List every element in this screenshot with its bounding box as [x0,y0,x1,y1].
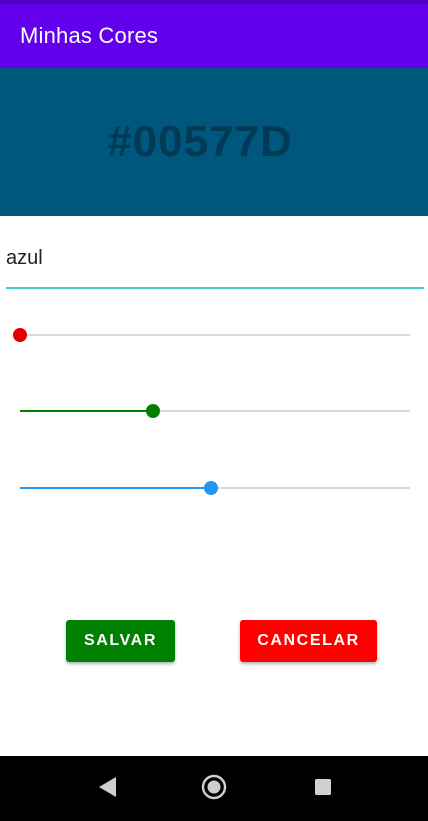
system-nav-bar [0,756,428,821]
color-name-underline [6,287,424,289]
recent-square-icon[interactable] [312,774,334,800]
blue-slider-fill [20,487,212,489]
back-triangle-icon[interactable] [96,774,118,800]
red-slider-track [20,334,410,336]
save-button[interactable]: SALVAR [66,620,175,662]
app-title: Minhas Cores [20,23,159,48]
color-preview: #00577D [0,68,428,216]
home-circle-icon[interactable] [201,774,227,800]
hex-code-label: #00577D [107,117,293,166]
screen: Minhas Cores #00577D SALVAR CANCELAR [0,0,428,821]
blue-slider[interactable] [20,477,410,499]
blue-slider-thumb[interactable] [204,481,219,495]
red-slider-thumb[interactable] [13,328,27,342]
cancel-button[interactable]: CANCELAR [240,620,377,662]
green-slider-thumb[interactable] [146,404,161,418]
app-bar: Minhas Cores [0,4,428,68]
red-slider[interactable] [13,324,410,346]
green-slider[interactable] [20,400,410,422]
green-slider-fill [20,410,154,412]
color-name-field [6,232,424,289]
color-name-input[interactable] [6,232,424,284]
